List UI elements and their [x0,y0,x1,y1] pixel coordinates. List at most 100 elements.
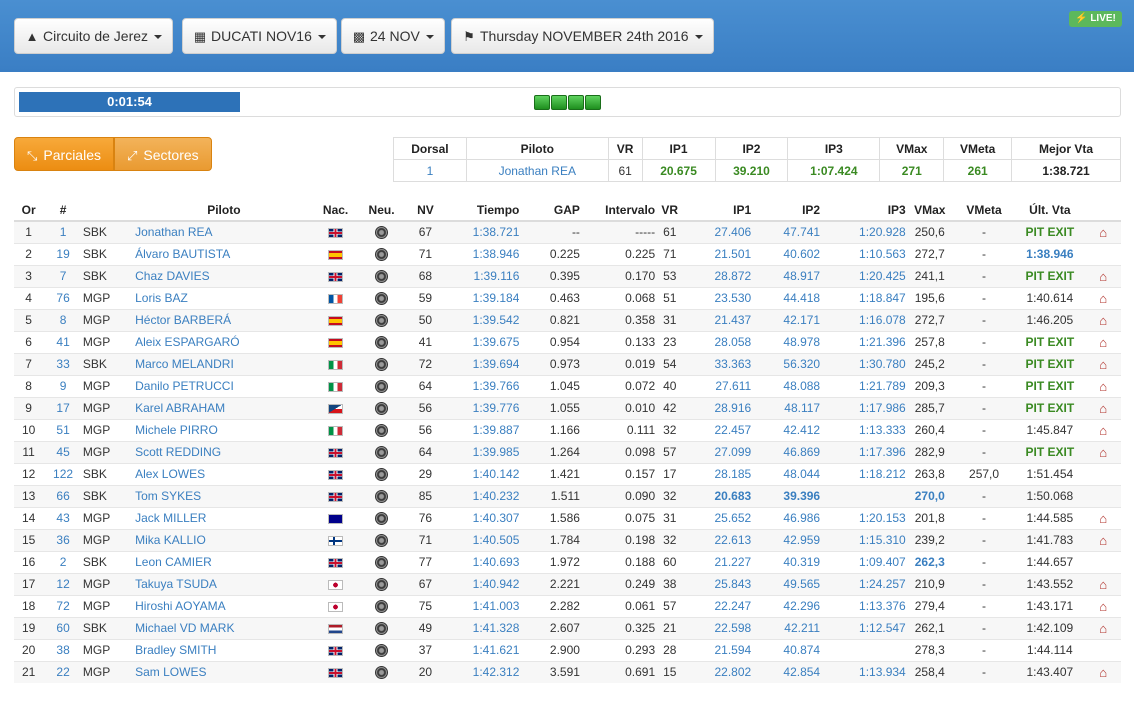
number-link[interactable]: 43 [43,506,83,529]
vmax-cell: 262,3 [905,550,954,573]
number-link[interactable]: 33 [43,352,83,375]
ip1-cell: 22.802 [684,660,752,683]
table-row[interactable]: 12 122 SBK Alex LOWES 29 1:40.142 1.421 0.157 17… [14,462,1121,485]
pilot-link[interactable]: Hiroshi AOYAMA [135,594,313,617]
number-link[interactable]: 45 [43,440,83,463]
interval-cell: ----- [579,220,656,243]
table-row[interactable]: 15 36 MGP Mika KALLIO 71 1:40.505 1.784 0.198 32… [14,528,1121,551]
table-row[interactable]: 10 51 MGP Michele PIRRO 56 1:39.887 1.166 0.111… [14,418,1121,441]
number-link[interactable]: 17 [43,396,83,419]
vmeta-cell: - [953,638,1015,661]
table-row[interactable]: 9 17 MGP Karel ABRAHAM 56 1:39.776 1.055 0.010 4… [14,396,1121,419]
tire-cell [358,528,405,551]
pilot-link[interactable]: Leon CAMIER [135,550,313,573]
number-link[interactable]: 41 [43,330,83,353]
nv-cell: 56 [404,418,447,441]
table-row[interactable]: 4 76 MGP Loris BAZ 59 1:39.184 0.463 0.068 51 23.… [14,286,1121,309]
table-row[interactable]: 8 9 MGP Danilo PETRUCCI 64 1:39.766 1.045 0.072… [14,374,1121,397]
number-link[interactable]: 12 [43,572,83,595]
pilot-link[interactable]: Danilo PETRUCCI [135,374,313,397]
number-link[interactable]: 9 [43,374,83,397]
table-row[interactable]: 17 12 MGP Takuya TSUDA 67 1:40.942 2.221 0.249 3… [14,572,1121,595]
pilot-link[interactable]: Michael VD MARK [135,616,313,639]
number-link[interactable]: 7 [43,264,83,287]
table-row[interactable]: 11 45 MGP Scott REDDING 64 1:39.985 1.264 0.098… [14,440,1121,463]
pilot-link[interactable]: Alex LOWES [135,462,313,485]
date-short-dropdown[interactable]: ▩ 24 NOV [341,18,445,54]
table-row[interactable]: 14 43 MGP Jack MILLER 76 1:40.307 1.586 0.075 31… [14,506,1121,529]
pilot-link[interactable]: Bradley SMITH [135,638,313,661]
number-link[interactable]: 8 [43,308,83,331]
parciales-button[interactable]: ⤡ Parciales [14,137,114,171]
pilot-link[interactable]: Mika KALLIO [135,528,313,551]
number-link[interactable]: 72 [43,594,83,617]
pilot-link[interactable]: Sam LOWES [135,660,313,683]
position-cell: 5 [14,308,44,331]
number-link[interactable]: 60 [43,616,83,639]
pilot-link[interactable]: Jack MILLER [135,506,313,529]
pilot-link[interactable]: Loris BAZ [135,286,313,309]
interval-cell: 0.198 [579,528,656,551]
number-link[interactable]: 19 [43,242,83,265]
number-link[interactable]: 1 [43,220,83,243]
number-link[interactable]: 22 [43,660,83,683]
pilot-link[interactable]: Takuya TSUDA [135,572,313,595]
best-pilot-link[interactable]: Jonathan REA [465,159,609,182]
number-link[interactable]: 76 [43,286,83,309]
table-row[interactable]: 19 60 SBK Michael VD MARK 49 1:41.328 2.607 0.3… [14,616,1121,639]
table-row[interactable]: 20 38 MGP Bradley SMITH 37 1:41.621 2.900 0.293… [14,638,1121,661]
pilot-link[interactable]: Scott REDDING [135,440,313,463]
tire-icon [375,490,389,504]
ip3-cell: 1:13.376 [820,594,906,617]
table-row[interactable]: 16 2 SBK Leon CAMIER 77 1:40.693 1.972 0.188 60 2… [14,550,1121,573]
ip1-cell: 28.872 [684,264,752,287]
vmax-cell: 270,0 [905,484,954,507]
tire-icon [375,292,389,306]
table-row[interactable]: 21 22 MGP Sam LOWES 20 1:42.312 3.591 0.691 15 22… [14,660,1121,683]
table-row[interactable]: 18 72 MGP Hiroshi AOYAMA 75 1:41.003 2.282 0.06… [14,594,1121,617]
interval-cell: 0.157 [579,462,656,485]
number-link[interactable]: 2 [43,550,83,573]
sectores-button[interactable]: ⤢ Sectores [114,137,212,171]
tire-icon [375,336,389,350]
best-dorsal[interactable]: 1 [393,159,467,182]
pilot-link[interactable]: Aleix ESPARGARÓ [135,330,313,353]
table-row[interactable]: 6 41 MGP Aleix ESPARGARÓ 41 1:39.675 0.954 0.13… [14,330,1121,353]
live-badge[interactable]: ⚡ LIVE! [1069,11,1122,27]
pilot-link[interactable]: Héctor BARBERÁ [135,308,313,331]
tire-icon [375,622,389,636]
nv-cell: 29 [404,462,447,485]
pilot-link[interactable]: Jonathan REA [135,220,313,243]
date-long-dropdown[interactable]: ⚑ Thursday NOVEMBER 24th 2016 [451,18,714,54]
circuit-dropdown[interactable]: ▲ Circuito de Jerez [14,18,174,54]
table-row[interactable]: 1 1 SBK Jonathan REA 67 1:38.721 -- ----- 61 27.4… [14,220,1121,243]
flag-icon: ⚑ [463,29,475,44]
table-row[interactable]: 13 66 SBK Tom SYKES 85 1:40.232 1.511 0.090 32 20… [14,484,1121,507]
number-link[interactable]: 38 [43,638,83,661]
number-link[interactable]: 51 [43,418,83,441]
pilot-link[interactable]: Chaz DAVIES [135,264,313,287]
number-link[interactable]: 36 [43,528,83,551]
number-link[interactable]: 66 [43,484,83,507]
nv-cell: 59 [404,286,447,309]
home-icon: ⌂ [1099,290,1108,306]
home-icon: ⌂ [1099,400,1108,416]
pilot-link[interactable]: Tom SYKES [135,484,313,507]
live-label: LIVE! [1090,13,1116,24]
ip3-cell: 1:17.986 [820,396,906,419]
tire-cell [358,286,405,309]
pilot-link[interactable]: Karel ABRAHAM [135,396,313,419]
best-ip1: 20.675 [641,159,716,182]
table-row[interactable]: 5 8 MGP Héctor BARBERÁ 50 1:39.542 0.821 0.358 3… [14,308,1121,331]
pilot-link[interactable]: Álvaro BAUTISTA [135,242,313,265]
table-row[interactable]: 7 33 SBK Marco MELANDRI 72 1:39.694 0.973 0.019… [14,352,1121,375]
table-row[interactable]: 2 19 SBK Álvaro BAUTISTA 71 1:38.946 0.225 0.22… [14,242,1121,265]
class-cell: MGP [82,506,136,529]
last-lap-cell: 1:38.946 [1014,242,1086,265]
number-link[interactable]: 122 [43,462,83,485]
session-dropdown[interactable]: ▦ DUCATI NOV16 [182,18,337,54]
nv-cell: 49 [404,616,447,639]
pilot-link[interactable]: Michele PIRRO [135,418,313,441]
pilot-link[interactable]: Marco MELANDRI [135,352,313,375]
table-row[interactable]: 3 7 SBK Chaz DAVIES 68 1:39.116 0.395 0.170 53 28… [14,264,1121,287]
